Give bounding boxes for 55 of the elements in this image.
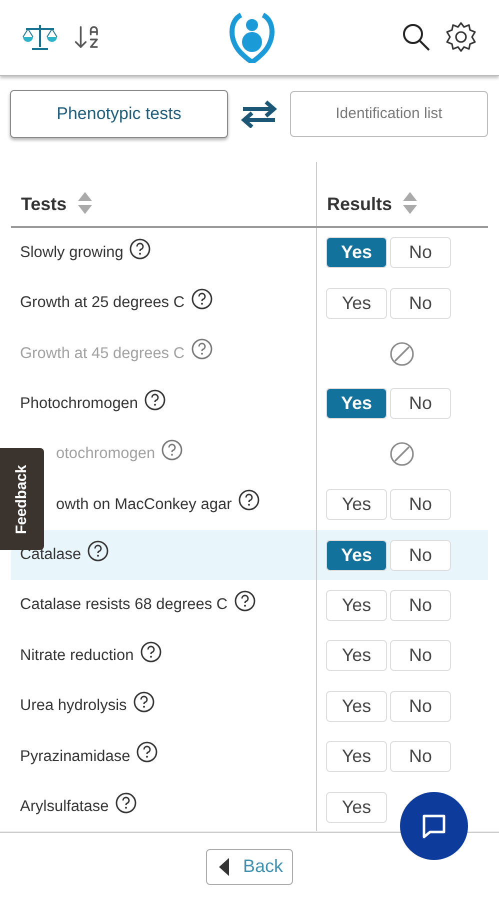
feedback-tab[interactable]: Feedback — [0, 448, 44, 550]
triangle-left-icon — [219, 858, 229, 876]
help-icon[interactable] — [132, 691, 155, 714]
help-icon[interactable] — [140, 640, 162, 663]
answer-option[interactable]: No — [390, 237, 451, 268]
answer-option[interactable]: Yes — [326, 640, 387, 672]
test-name: Nitrate reduction — [20, 646, 134, 665]
answer-option[interactable]: Yes — [326, 690, 387, 722]
answer-option[interactable]: No — [390, 741, 451, 772]
help-icon[interactable] — [238, 489, 260, 512]
test-name: Photochromogen — [20, 394, 138, 413]
help-icon[interactable] — [87, 540, 110, 562]
search-icon[interactable] — [401, 22, 431, 52]
answer-option[interactable]: Yes — [326, 590, 387, 621]
test-name: Growth at 25 degrees C — [20, 294, 185, 312]
answer-option[interactable]: No — [390, 690, 451, 722]
help-icon[interactable] — [136, 741, 158, 764]
view-tab[interactable]: Phenotypic tests — [10, 90, 228, 138]
help-icon[interactable] — [144, 388, 166, 411]
view-tab[interactable]: Identification list — [290, 90, 488, 137]
settings-icon[interactable] — [445, 21, 477, 54]
answer-option[interactable]: No — [390, 489, 451, 520]
answer-option[interactable]: No — [390, 590, 451, 621]
answer-option[interactable]: Yes — [326, 792, 387, 823]
swap-arrows-icon[interactable] — [239, 100, 279, 128]
test-name: Arylsulfatase — [20, 798, 109, 816]
back-button[interactable]: Back — [206, 848, 293, 885]
not-applicable-icon — [389, 340, 415, 366]
test-name: Catalase resists 68 degrees C — [20, 596, 228, 614]
test-name: owth on MacConkey agar — [56, 496, 232, 514]
answer-option[interactable]: No — [390, 288, 451, 319]
answer-option[interactable]: No — [390, 640, 451, 672]
answer-option[interactable]: No — [390, 388, 451, 420]
answer-option[interactable]: Yes — [326, 540, 387, 571]
test-name: otochromogen — [56, 445, 156, 464]
logo-icon — [226, 11, 276, 64]
help-icon[interactable] — [234, 590, 256, 612]
answer-option[interactable]: Yes — [326, 741, 387, 772]
chat-bubble-icon — [420, 812, 448, 840]
test-name: Slowly growing — [20, 244, 124, 262]
balance-scale-icon[interactable] — [22, 22, 58, 52]
answer-option[interactable]: Yes — [326, 237, 387, 268]
answer-option[interactable]: Yes — [326, 288, 387, 319]
column-header[interactable]: Tests — [21, 194, 67, 215]
help-icon[interactable] — [190, 288, 213, 310]
test-name: Growth at 45 degrees C — [20, 344, 185, 362]
help-icon[interactable] — [129, 238, 152, 260]
help-icon[interactable] — [114, 792, 137, 814]
test-name: Urea hydrolysis — [20, 697, 127, 716]
answer-option[interactable]: No — [390, 540, 451, 571]
answer-option[interactable]: Yes — [326, 489, 387, 520]
not-applicable-icon — [389, 441, 415, 468]
answer-option[interactable]: Yes — [326, 388, 387, 420]
test-name: Pyrazinamidase — [20, 748, 130, 766]
column-header[interactable]: Results — [327, 194, 392, 215]
